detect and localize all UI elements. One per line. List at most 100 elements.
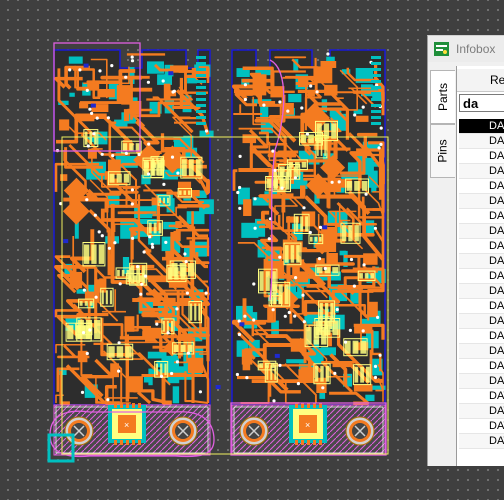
search-input[interactable]: da	[459, 94, 504, 112]
list-item[interactable]: DAT	[459, 434, 504, 449]
via	[111, 154, 115, 158]
list-item[interactable]: DAT	[459, 404, 504, 419]
list-item[interactable]: DA	[459, 299, 504, 314]
edge-pad	[371, 80, 381, 83]
pcb-board-right[interactable]: ×	[231, 49, 386, 456]
via	[238, 206, 242, 210]
parts-list-panel: Re da DA DA DA DA DA DA DA DA DA DA DA DA DA DA DA DA DA…	[456, 66, 504, 466]
component-footprint[interactable]	[147, 220, 163, 236]
component-footprint[interactable]	[293, 213, 310, 235]
via	[308, 230, 312, 235]
list-item[interactable]: DA	[459, 179, 504, 194]
via	[204, 129, 209, 133]
copper-pad	[187, 357, 204, 373]
list-item[interactable]: DA	[459, 344, 504, 359]
component-footprint[interactable]	[315, 135, 328, 159]
edge-pad	[196, 122, 206, 125]
list-item[interactable]: DA	[459, 359, 504, 374]
svg-text:×: ×	[305, 420, 310, 430]
copper-pad	[326, 253, 338, 264]
list-item[interactable]: DA	[459, 269, 504, 284]
via	[278, 100, 282, 104]
list-item[interactable]: DA	[459, 284, 504, 299]
component-footprint[interactable]	[106, 343, 134, 361]
component-footprint[interactable]	[345, 178, 370, 194]
list-item[interactable]: DA	[459, 374, 504, 389]
via	[335, 307, 339, 312]
list-item[interactable]: DA	[459, 164, 504, 179]
copper-pad	[355, 115, 369, 122]
list-item[interactable]: DAT	[459, 389, 504, 404]
mounting-hole[interactable]	[64, 416, 94, 446]
pcb-board-left[interactable]: ×	[53, 49, 214, 456]
list-item[interactable]: DA	[459, 209, 504, 224]
list-item[interactable]: DAT	[459, 419, 504, 434]
copper-pad	[363, 253, 378, 265]
component-footprint[interactable]	[83, 129, 99, 148]
copper-pad	[60, 174, 68, 181]
via	[88, 328, 92, 332]
mounting-hole[interactable]	[345, 416, 375, 446]
component-footprint[interactable]	[313, 363, 331, 385]
copper-pad	[290, 338, 307, 352]
list-item[interactable]: DA	[459, 194, 504, 209]
tab-pins[interactable]: Pins	[430, 124, 455, 178]
component-footprint[interactable]	[82, 242, 106, 267]
mounting-hole[interactable]	[239, 416, 269, 446]
via	[237, 319, 241, 323]
copper-pour-bottom	[68, 56, 83, 64]
copper-pad	[128, 376, 143, 393]
via	[267, 237, 271, 241]
ic-chip[interactable]: ×	[108, 403, 146, 445]
copper-pour-bottom	[147, 61, 164, 74]
edge-pad	[371, 92, 381, 95]
svg-text:×: ×	[124, 420, 129, 430]
via	[86, 144, 90, 148]
ic-chip[interactable]: ×	[289, 403, 327, 445]
parts-list: DA DA DA DA DA DA DA DA DA DA DA DA DA DA DA DA DA DA DAT D…	[459, 119, 504, 449]
column-header-reference[interactable]: Re	[457, 69, 504, 92]
list-item[interactable]: DA	[459, 329, 504, 344]
component-footprint[interactable]	[100, 287, 114, 307]
component-footprint[interactable]	[180, 156, 203, 179]
mounting-hole[interactable]	[168, 416, 198, 446]
tab-parts[interactable]: Parts	[430, 70, 455, 124]
list-item[interactable]: DA	[459, 119, 504, 134]
list-item[interactable]: DA	[459, 224, 504, 239]
via	[82, 288, 86, 292]
via	[130, 202, 134, 206]
list-item-label: DA	[489, 135, 504, 147]
component-footprint[interactable]	[188, 301, 202, 324]
component-footprint[interactable]	[169, 260, 196, 279]
via	[85, 198, 89, 202]
via	[170, 155, 175, 159]
copper-pad	[108, 159, 121, 175]
copper-pad	[301, 211, 316, 227]
component-footprint[interactable]	[318, 316, 334, 332]
list-item[interactable]: DA	[459, 254, 504, 269]
list-item[interactable]: DA	[459, 314, 504, 329]
via	[293, 176, 297, 180]
list-item[interactable]: DA	[459, 239, 504, 254]
edge-pad	[371, 116, 381, 119]
component-footprint[interactable]	[271, 281, 291, 307]
component-footprint[interactable]	[283, 242, 302, 266]
component-footprint[interactable]	[142, 157, 164, 179]
edge-pad	[371, 122, 381, 125]
infobox-titlebar[interactable]: Infobox	[428, 36, 504, 62]
copper-pad	[77, 350, 88, 363]
via	[353, 113, 357, 117]
component-footprint[interactable]	[340, 222, 361, 244]
via	[184, 260, 188, 264]
list-item[interactable]: DA	[459, 134, 504, 149]
via	[272, 399, 276, 403]
component-footprint[interactable]	[343, 338, 368, 357]
component-footprint[interactable]	[315, 120, 338, 142]
via	[323, 266, 327, 271]
list-item-label: DA	[489, 285, 504, 297]
via	[136, 265, 140, 269]
via	[185, 291, 189, 295]
list-item[interactable]: DA	[459, 149, 504, 164]
component-footprint[interactable]	[352, 364, 372, 386]
via	[376, 315, 380, 319]
